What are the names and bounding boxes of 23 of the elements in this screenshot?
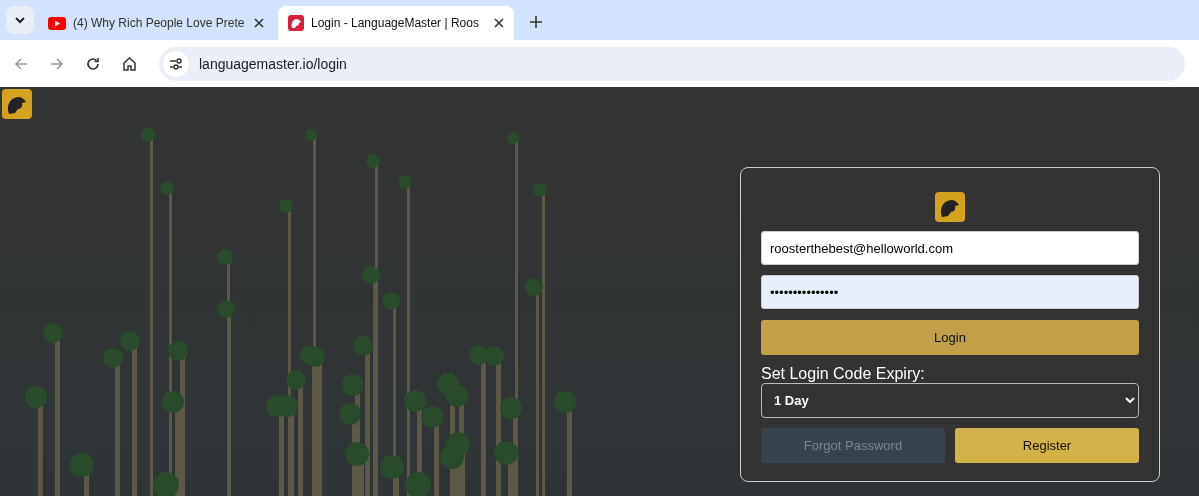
reload-icon[interactable] <box>86 56 100 71</box>
new-tab-icon[interactable] <box>530 16 542 28</box>
video-play-icon <box>48 16 66 30</box>
back-arrow-icon[interactable] <box>14 56 28 71</box>
expiry-label: Set Login Code Expiry: <box>761 365 926 383</box>
login-button[interactable]: Login <box>761 320 1139 355</box>
site-settings-icon[interactable] <box>169 57 183 70</box>
email-field[interactable]: roosterthebest@helloworld.com <box>761 231 1139 265</box>
close-icon[interactable] <box>254 18 264 28</box>
home-icon[interactable] <box>122 56 137 71</box>
chevron-down-icon <box>14 14 26 26</box>
browser-tab[interactable]: Login - LanguageMaster | Roos <box>278 6 514 40</box>
forward-arrow-icon[interactable] <box>50 56 64 71</box>
address-bar[interactable]: languagemaster.io/login <box>159 46 1185 81</box>
close-icon[interactable] <box>494 18 504 28</box>
tab-title: (4) Why Rich People Love Prete <box>73 16 246 30</box>
expiry-dropdown[interactable]: 1 Day <box>761 383 1139 418</box>
tab-title: Login - LanguageMaster | Roos <box>311 16 480 30</box>
url-text: languagemaster.io/login <box>199 55 347 72</box>
browser-tab[interactable]: (4) Why Rich People Love Prete <box>38 6 274 40</box>
password-field[interactable]: ••••••••••••••• <box>761 275 1139 309</box>
register-button[interactable]: Register <box>955 428 1139 463</box>
tab-list-button[interactable] <box>6 6 34 34</box>
